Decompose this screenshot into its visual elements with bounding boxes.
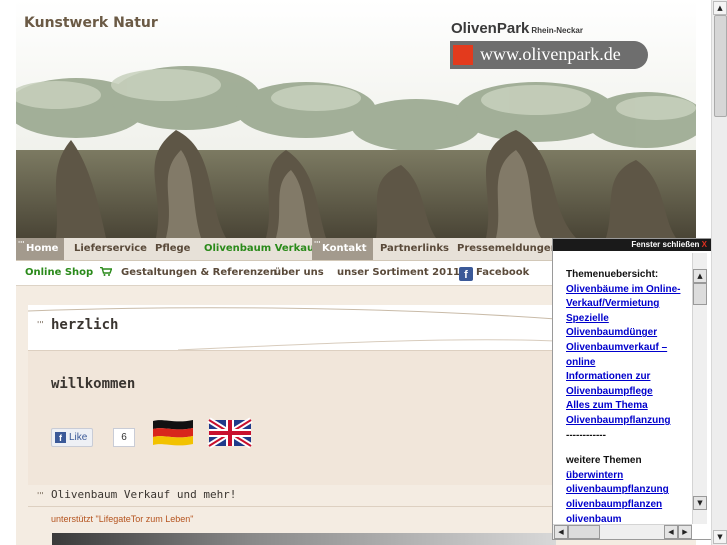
scroll-right-icon[interactable]: ▶	[678, 525, 692, 539]
nav-lieferservice[interactable]: Lieferservice	[74, 238, 147, 260]
support-note: unterstützt "LifegateTor zum Leben"	[51, 514, 194, 524]
scroll-up-icon[interactable]: ▲	[693, 269, 707, 283]
popup-link[interactable]: Informationen zur Olivenbaumpflege	[566, 370, 694, 399]
scroll-up-icon[interactable]: ▲	[713, 1, 727, 15]
scroll-down-icon[interactable]: ▼	[713, 530, 727, 544]
nav-gestaltungen-referenzen[interactable]: Gestaltungen & Referenzen	[121, 261, 277, 285]
popup-horizontal-scrollbar[interactable]: ◀ ◀ ▶	[553, 524, 692, 539]
scroll-down-icon[interactable]: ▼	[693, 496, 707, 510]
scroll-left-icon[interactable]: ◀	[554, 525, 568, 539]
nav-facebook-label: Facebook	[476, 267, 530, 278]
nav-olivenbaum-verkauf[interactable]: Olivenbaum Verkauf	[204, 238, 318, 260]
facebook-icon: f	[459, 267, 473, 281]
nav-partnerlinks[interactable]: Partnerlinks	[380, 238, 449, 260]
page-scrollbar[interactable]: ▲ ▼	[711, 0, 727, 545]
heading-marker-icon: '''	[37, 320, 44, 329]
nav-online-shop-label: Online Shop	[25, 267, 94, 278]
header-banner: Kunstwerk Natur OlivenPark Rhein-Neckar w…	[16, 0, 696, 238]
like-count: 6	[113, 428, 135, 447]
section-heading: Olivenbaum Verkauf und mehr!	[51, 488, 237, 501]
popup-titlebar: Fenster schließen X	[553, 239, 711, 251]
popup-link[interactable]: überwintern olivenbaumpflanzung	[566, 469, 694, 498]
scroll-left-icon[interactable]: ◀	[664, 525, 678, 539]
nav-ueber-uns[interactable]: über uns	[274, 261, 324, 285]
like-label: Like	[69, 432, 88, 443]
german-flag-icon[interactable]	[151, 417, 195, 449]
sub-navigation: Online Shop Gestaltungen & Referenzen üb…	[16, 261, 556, 286]
main-content: ''' herzlich willkommen f Like 6	[28, 305, 556, 485]
popup-vertical-scrollbar[interactable]: ▲ ▼	[692, 253, 707, 524]
welcome-heading-line1: herzlich	[51, 317, 119, 333]
main-navigation: ''' Home Lieferservice Pflege Olivenbaum…	[16, 238, 558, 261]
popup-link[interactable]: Spezielle Olivenbaumdünger	[566, 312, 694, 341]
nav-home-label: Home	[26, 243, 59, 254]
olivenpark-logo[interactable]: OlivenPark Rhein-Neckar	[451, 20, 583, 38]
nav-sortiment-2011[interactable]: unser Sortiment 2011	[337, 261, 460, 285]
popup-link[interactable]: Alles zum Thema Olivenbaumpflanzung	[566, 399, 694, 428]
logo-url-banner[interactable]: www.olivenpark.de	[450, 41, 648, 69]
section-heading-bar: ''' Olivenbaum Verkauf und mehr!	[28, 486, 556, 507]
nav-facebook[interactable]: f Facebook	[459, 261, 529, 285]
popup-link[interactable]: Olivenbäume im Online-Verkauf/Vermietung	[566, 283, 694, 312]
logo-url-text: www.olivenpark.de	[480, 44, 621, 64]
popup-link[interactable]: Olivenbaumverkauf – online	[566, 341, 694, 370]
nav-pflege[interactable]: Pflege	[155, 238, 190, 260]
logo-brand: OlivenPark	[451, 20, 530, 37]
heading-marker-icon: '''	[37, 491, 44, 500]
close-icon: X	[701, 240, 707, 249]
facebook-like-button[interactable]: f Like	[51, 428, 94, 447]
popup-close-label: Fenster schließen	[631, 240, 700, 249]
popup-close-button[interactable]: Fenster schließen X	[631, 239, 707, 251]
olive-trees-photo	[16, 0, 696, 238]
popup-link[interactable]: olivenbaumpflanzen	[566, 498, 694, 513]
topics-popup-window: Fenster schließen X Themenuebersicht: Ol…	[552, 238, 711, 540]
popup-heading-more: weitere Themen	[566, 455, 642, 467]
uk-flag-icon[interactable]	[207, 417, 253, 449]
bottom-banner-image	[52, 533, 556, 545]
web-page: Kunstwerk Natur OlivenPark Rhein-Neckar w…	[0, 0, 711, 545]
nav-online-shop[interactable]: Online Shop	[25, 261, 112, 285]
nav-kontakt-label: Kontakt	[322, 243, 367, 254]
nav-pressemeldungen[interactable]: Pressemeldungen	[457, 238, 558, 260]
logo-subtitle: Rhein-Neckar	[531, 26, 583, 35]
welcome-heading-line2: willkommen	[51, 376, 136, 392]
scroll-thumb[interactable]	[714, 15, 727, 117]
site-title: Kunstwerk Natur	[24, 15, 158, 31]
logo-square-icon	[453, 45, 473, 65]
popup-separator: ------------	[566, 429, 606, 441]
welcome-band: ''' herzlich	[28, 305, 556, 351]
nav-marker-icon: '''	[18, 240, 25, 248]
scroll-thumb[interactable]	[693, 283, 707, 305]
shopping-cart-icon	[99, 267, 112, 276]
facebook-like-icon: f	[55, 432, 66, 443]
nav-kontakt[interactable]: ''' Kontakt	[312, 238, 373, 260]
nav-home[interactable]: ''' Home	[16, 238, 65, 260]
popup-link[interactable]: olivenbaum	[566, 513, 694, 524]
scroll-thumb[interactable]	[568, 525, 600, 539]
nav-marker-icon: '''	[314, 240, 321, 248]
popup-heading-topics: Themenuebersicht:	[566, 269, 659, 280]
popup-content: Themenuebersicht: Olivenbäume im Online-…	[566, 268, 694, 523]
